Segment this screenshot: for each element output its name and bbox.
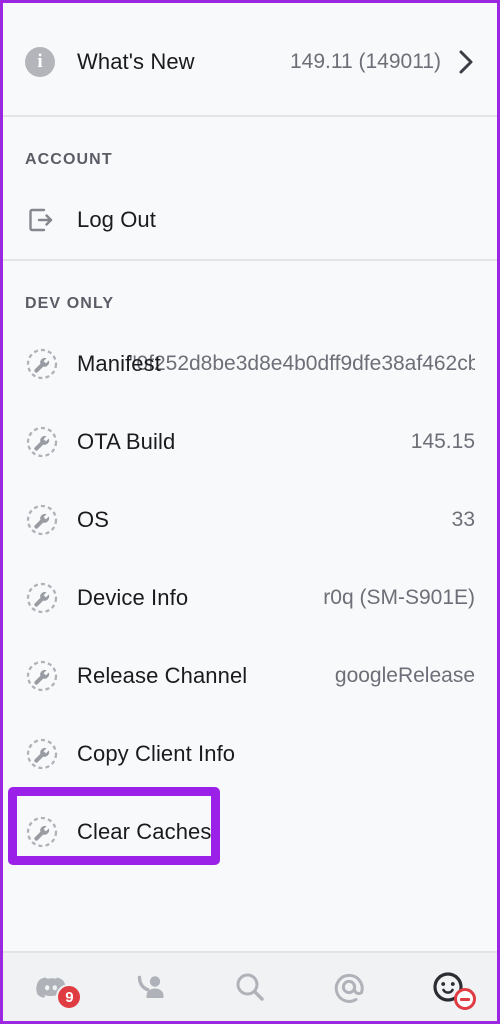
settings-screen: i What's New 149.11 (149011) ACCOUNT Log… xyxy=(0,0,500,1024)
device-info-value: r0q (SM-S901E) xyxy=(323,586,475,609)
clear-caches-wrapper: Clear Caches xyxy=(3,787,497,871)
nav-item-search[interactable] xyxy=(222,962,278,1012)
dnd-status-badge xyxy=(453,988,476,1010)
row-os[interactable]: OS 33 xyxy=(3,481,497,559)
copy-client-info-label: Copy Client Info xyxy=(77,741,236,766)
section-header-account: ACCOUNT xyxy=(25,151,113,168)
servers-unread-badge: 9 xyxy=(56,984,83,1010)
row-ota-build[interactable]: OTA Build 145.15 xyxy=(3,403,497,481)
logout-arrow-icon xyxy=(25,204,77,236)
at-mention-icon xyxy=(334,973,364,1003)
nav-item-mentions[interactable] xyxy=(321,962,377,1012)
wrench-dashed-circle-icon xyxy=(25,425,77,459)
os-label: OS xyxy=(77,507,109,532)
nav-item-profile[interactable] xyxy=(420,962,476,1012)
row-device-info[interactable]: Device Info r0q (SM-S901E) xyxy=(3,559,497,637)
wrench-dashed-circle-icon xyxy=(25,737,77,771)
clear-caches-label: Clear Caches xyxy=(77,819,212,844)
release-channel-label: Release Channel xyxy=(77,663,248,688)
ota-build-value: 145.15 xyxy=(410,430,475,453)
os-value: 33 xyxy=(451,508,475,531)
row-whats-new[interactable]: i What's New 149.11 (149011) xyxy=(3,23,497,101)
whats-new-label: What's New xyxy=(77,49,195,74)
release-channel-value: googleRelease xyxy=(334,664,475,687)
wrench-dashed-circle-icon xyxy=(25,347,77,381)
wrench-dashed-circle-icon xyxy=(25,581,77,615)
wrench-dashed-circle-icon xyxy=(25,659,77,693)
row-manifest[interactable]: "0f252d8be3d8e4b0dff9dfe38af462cb" Manif… xyxy=(3,325,497,403)
bottom-navigation-bar: 9 xyxy=(3,951,497,1021)
log-out-label: Log Out xyxy=(77,207,156,232)
ota-build-label: OTA Build xyxy=(77,429,176,454)
wrench-dashed-circle-icon xyxy=(25,503,77,537)
whats-new-block: i What's New 149.11 (149011) xyxy=(3,3,497,115)
whats-new-value: 149.11 (149011) xyxy=(289,50,441,73)
row-clear-caches[interactable]: Clear Caches xyxy=(3,793,497,871)
info-circle-icon: i xyxy=(25,47,77,77)
info-circle-glyph: i xyxy=(25,47,55,77)
row-release-channel[interactable]: Release Channel googleRelease xyxy=(3,637,497,715)
nav-item-servers[interactable]: 9 xyxy=(24,962,83,1012)
chevron-right-icon[interactable] xyxy=(457,49,475,75)
section-header-dev-only: DEV ONLY xyxy=(25,295,115,312)
row-log-out[interactable]: Log Out xyxy=(3,181,497,259)
row-copy-client-info[interactable]: Copy Client Info xyxy=(3,715,497,793)
search-icon xyxy=(236,973,264,1001)
nav-item-friends[interactable] xyxy=(123,962,179,1012)
manifest-label: Manifest xyxy=(77,351,161,376)
wrench-dashed-circle-icon xyxy=(25,815,77,849)
settings-content: i What's New 149.11 (149011) ACCOUNT Log… xyxy=(3,3,497,951)
friends-person-icon xyxy=(137,975,164,998)
device-info-label: Device Info xyxy=(77,585,189,610)
